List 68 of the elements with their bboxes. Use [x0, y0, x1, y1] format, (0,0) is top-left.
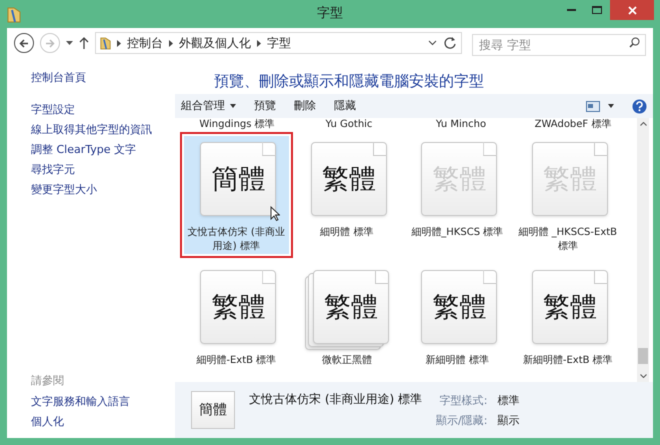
- view-icon[interactable]: [586, 100, 600, 112]
- property-label: 顯示/隱藏:: [436, 412, 488, 428]
- toolbar-button[interactable]: 刪除: [294, 98, 316, 114]
- search-icon: [629, 37, 640, 48]
- chevron-down-icon[interactable]: [428, 40, 437, 46]
- sidebar-link[interactable]: 控制台首頁: [31, 68, 175, 88]
- font-label: 文悅古体仿宋 (非商业用途) 標準: [186, 226, 286, 254]
- chevron-right-icon: [257, 40, 261, 46]
- sidebar-link[interactable]: 個人化: [31, 412, 175, 432]
- font-label: 微軟正黑體: [320, 354, 373, 368]
- sidebar-link[interactable]: 尋找字元: [31, 160, 175, 180]
- toolbar-button[interactable]: 隱藏: [334, 98, 356, 114]
- folder-icon: [7, 7, 21, 23]
- refresh-icon[interactable]: [443, 36, 457, 50]
- font-label: Yu Mincho: [434, 118, 488, 132]
- page-heading: 預覽、刪除或顯示和隱藏電腦安裝的字型: [214, 71, 485, 92]
- caret-icon: [230, 104, 236, 108]
- search-field[interactable]: 搜尋 字型: [472, 34, 646, 56]
- toolbar-button[interactable]: 組合管理: [181, 98, 236, 114]
- font-name: 文悅古体仿宋 (非商业用途) 標準: [249, 391, 422, 408]
- sidebar-link[interactable]: 變更字型大小: [31, 180, 175, 200]
- font-item[interactable]: 簡體 文悅古体仿宋 (非商业用途) 標準: [184, 136, 288, 254]
- font-label: Wingdings 標準: [198, 118, 276, 132]
- back-button[interactable]: [14, 33, 34, 53]
- breadcrumb[interactable]: 外觀及個人化: [179, 34, 251, 52]
- caret-icon[interactable]: [608, 104, 614, 108]
- breadcrumb[interactable]: 字型: [267, 34, 291, 52]
- close-button[interactable]: [610, 0, 654, 20]
- property-value: 顯示: [497, 412, 520, 428]
- sidebar-link[interactable]: 調整 ClearType 文字: [31, 140, 175, 160]
- chevron-right-icon: [169, 40, 173, 46]
- arrow-right-icon: [45, 38, 55, 48]
- font-item[interactable]: 繁體 微軟正黑體: [294, 264, 399, 382]
- scrollbar-thumb[interactable]: [638, 348, 648, 364]
- folder-icon: [100, 36, 111, 50]
- font-item[interactable]: 繁體 細明體 標準: [294, 136, 399, 254]
- chevron-right-icon: [117, 40, 121, 46]
- chevron-down-icon: [640, 374, 646, 378]
- font-label: ZWAdobeF 標準: [534, 118, 612, 132]
- font-label: 細明體 _HKSCS-ExtB 標準: [517, 226, 618, 254]
- caret-icon[interactable]: [66, 41, 73, 45]
- font-label: 細明體-ExtB 標準: [195, 354, 278, 368]
- font-label: 新細明體-ExtB 標準: [522, 354, 614, 368]
- font-label: 新細明體 標準: [424, 354, 490, 368]
- arrow-left-icon: [19, 38, 29, 48]
- chevron-up-icon: [640, 122, 646, 126]
- font-label: Yu Gothic: [324, 118, 374, 132]
- toolbar-button[interactable]: 預覽: [254, 98, 276, 114]
- sidebar-link[interactable]: 線上取得其他字型的資訊: [31, 120, 175, 140]
- sidebar-link[interactable]: 字型設定: [31, 100, 175, 120]
- help-icon[interactable]: [632, 98, 647, 114]
- font-file-icon: 簡體: [191, 391, 235, 429]
- address-field[interactable]: 控制台 外觀及個人化 字型: [95, 32, 462, 54]
- close-icon: [628, 6, 636, 14]
- font-item[interactable]: 繁體 新細明體 標準: [405, 264, 510, 382]
- font-label: 細明體_HKSCS 標準: [410, 226, 504, 240]
- sidebar-link[interactable]: 文字服務和輸入語言: [31, 392, 175, 412]
- breadcrumb[interactable]: 控制台: [127, 34, 163, 52]
- arrow-up-icon[interactable]: [79, 37, 89, 49]
- property-label: 字型樣式:: [438, 393, 488, 409]
- window-title: 字型: [317, 5, 343, 24]
- property-value: 標準: [497, 393, 520, 409]
- scrollbar[interactable]: [637, 118, 649, 382]
- see-also-title: 請參閱: [31, 373, 65, 389]
- font-item[interactable]: 繁體 新細明體-ExtB 標準: [516, 264, 620, 382]
- font-item[interactable]: 繁體 細明體-ExtB 標準: [184, 264, 288, 382]
- cursor-icon: [270, 206, 280, 221]
- font-label: 細明體 標準: [319, 226, 374, 240]
